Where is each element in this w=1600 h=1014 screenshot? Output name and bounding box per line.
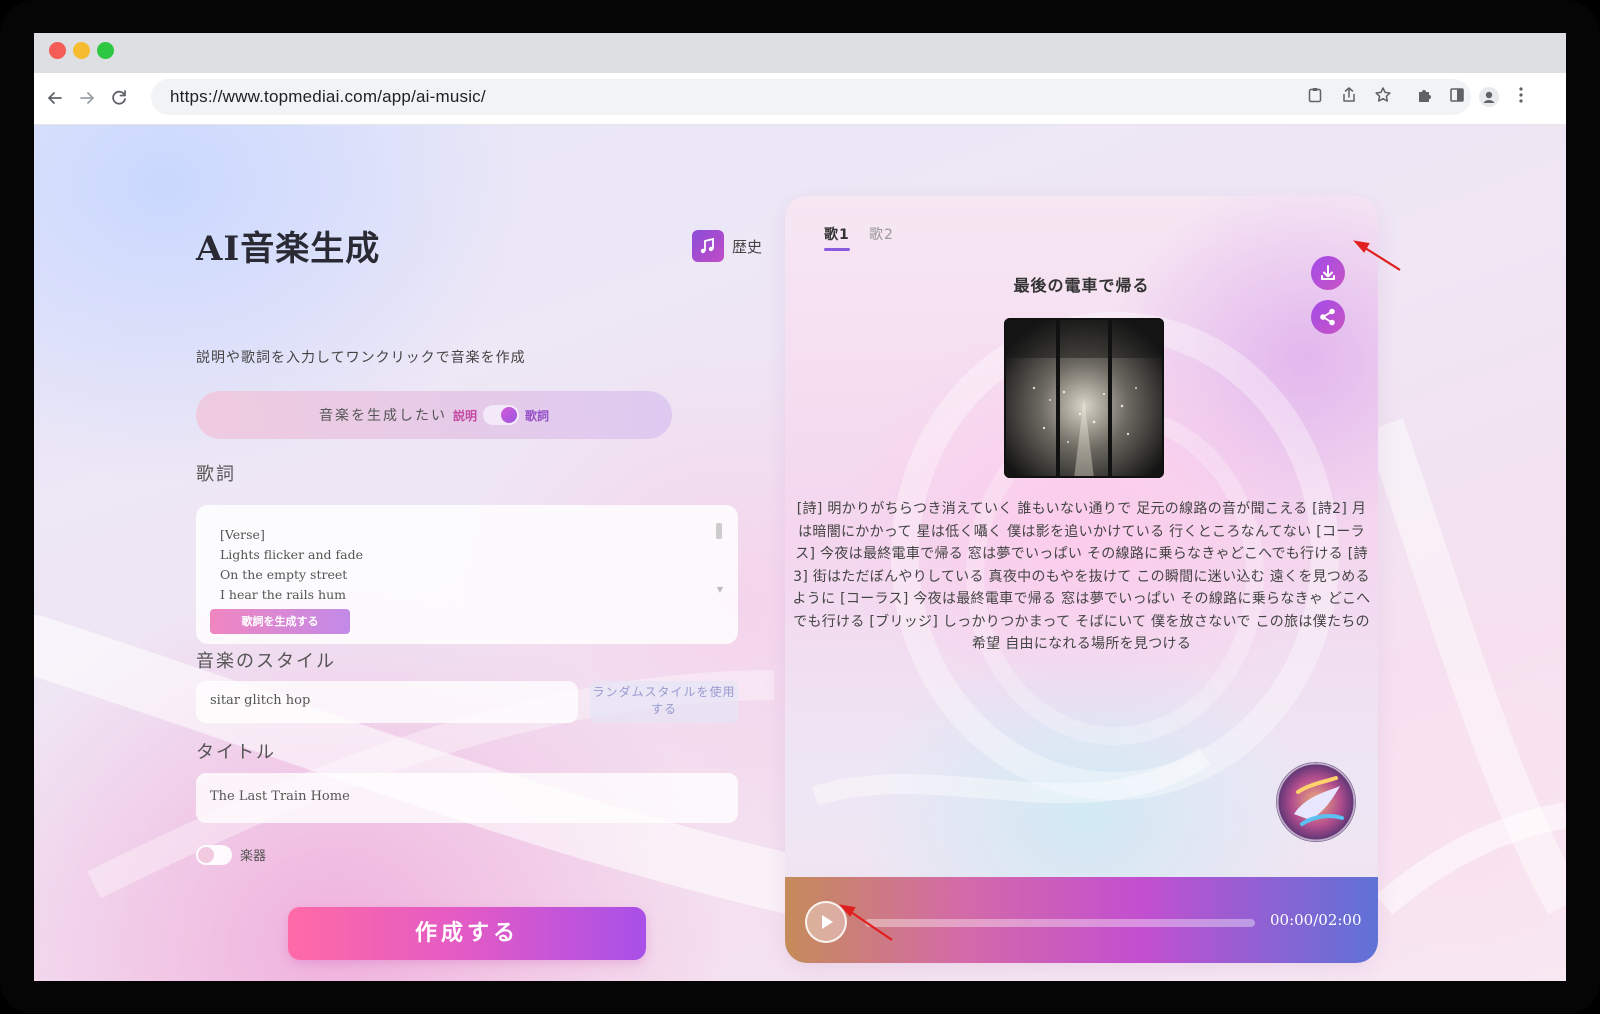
generate-lyrics-button[interactable]: 歌詞を生成する xyxy=(210,609,350,634)
download-button[interactable] xyxy=(1311,256,1345,290)
scroll-down-icon[interactable]: ▼ xyxy=(717,585,723,594)
title-input[interactable]: The Last Train Home xyxy=(196,773,738,823)
download-icon xyxy=(1321,265,1335,280)
active-tab-indicator xyxy=(824,248,850,251)
forward-arrow-icon[interactable] xyxy=(76,87,98,109)
random-style-button[interactable]: ランダムスタイルを使用する xyxy=(590,681,738,723)
instrumental-label: 楽器 xyxy=(240,849,267,864)
clipboard-icon[interactable] xyxy=(1304,86,1326,110)
mode-toggle[interactable] xyxy=(483,405,519,425)
device-frame: https://www.topmediai.com/app/ai-music/ xyxy=(0,0,1600,1014)
artist-avatar xyxy=(1276,762,1356,842)
browser-window: https://www.topmediai.com/app/ai-music/ xyxy=(34,33,1566,981)
instrumental-toggle-knob xyxy=(198,847,214,863)
style-value: sitar glitch hop xyxy=(210,693,311,708)
tab-song-1[interactable]: 歌1 xyxy=(824,224,850,244)
title-bar xyxy=(34,33,1566,73)
page-title: AI音楽生成 xyxy=(196,229,381,269)
mode-toggle-knob xyxy=(501,407,517,423)
lyrics-line: [Verse] xyxy=(220,527,265,542)
page-subtitle: 説明や歌詞を入力してワンクリックで音楽を作成 xyxy=(196,350,526,366)
album-cover xyxy=(1004,318,1164,478)
audio-player-bar: 00:00/02:00 xyxy=(785,877,1378,963)
dancer-avatar-image xyxy=(1276,762,1356,842)
progress-slider[interactable] xyxy=(865,919,1255,927)
reload-icon[interactable] xyxy=(108,87,130,109)
bookmark-star-icon[interactable] xyxy=(1372,86,1394,110)
address-bar[interactable]: https://www.topmediai.com/app/ai-music/ xyxy=(151,79,1471,115)
url-text: https://www.topmediai.com/app/ai-music/ xyxy=(170,87,486,106)
song-title: 最後の電車で帰る xyxy=(1013,276,1150,295)
share-page-icon[interactable] xyxy=(1338,86,1360,110)
music-folder-icon xyxy=(692,230,724,262)
mode-prompt: 音楽を生成したい xyxy=(318,408,447,424)
playback-time: 00:00/02:00 xyxy=(1270,911,1362,929)
history-button[interactable]: 歴史 xyxy=(692,230,762,262)
maximize-window-button[interactable] xyxy=(97,42,114,59)
lyrics-line: On the empty street xyxy=(220,567,348,582)
city-night-cover-image xyxy=(1004,318,1164,478)
play-icon xyxy=(822,915,833,929)
mode-switch-bar: 音楽を生成したい 説明 歌詞 xyxy=(196,391,672,439)
lyrics-scrollbar[interactable] xyxy=(716,523,722,539)
share-icon xyxy=(1320,308,1335,326)
share-button[interactable] xyxy=(1311,300,1345,334)
style-label: 音楽のスタイル xyxy=(196,651,336,672)
profile-avatar-icon[interactable] xyxy=(1478,86,1500,110)
song-lyrics-text: [詩] 明かりがちらつき消えていく 誰もいない通りで 足元の線路の音が聞こえる … xyxy=(792,501,1371,652)
lyrics-line: Lights flicker and fade xyxy=(220,547,363,562)
history-label: 歴史 xyxy=(732,237,763,256)
side-panel-icon[interactable] xyxy=(1446,86,1468,110)
tab-song-2[interactable]: 歌2 xyxy=(869,224,894,244)
extensions-puzzle-icon[interactable] xyxy=(1414,86,1436,110)
browser-toolbar: https://www.topmediai.com/app/ai-music/ xyxy=(34,73,1566,125)
title-value: The Last Train Home xyxy=(210,789,350,804)
lyrics-line: I hear the rails hum xyxy=(220,587,346,602)
browser-menu-icon[interactable] xyxy=(1510,86,1532,110)
title-label: タイトル xyxy=(196,742,276,763)
mode-option-lyrics[interactable]: 歌詞 xyxy=(525,407,549,424)
close-window-button[interactable] xyxy=(49,42,66,59)
instrumental-toggle[interactable] xyxy=(196,845,232,865)
lyrics-label: 歌詞 xyxy=(196,464,236,485)
back-arrow-icon[interactable] xyxy=(44,87,66,109)
lyrics-textarea[interactable]: [Verse] Lights flicker and fade On the e… xyxy=(196,505,738,644)
create-button[interactable]: 作成する xyxy=(288,907,646,960)
play-button[interactable] xyxy=(805,901,847,943)
song-player-card: 歌1 歌2 最後の電車で帰る [詩] 明かりがちらつき消えていく 誰もいない通り… xyxy=(785,196,1378,963)
mode-option-description[interactable]: 説明 xyxy=(453,407,477,424)
style-input[interactable]: sitar glitch hop xyxy=(196,681,578,723)
app-page: AI音楽生成 歴史 説明や歌詞を入力してワンクリックで音楽を作成 音楽を生成した… xyxy=(34,125,1566,981)
minimize-window-button[interactable] xyxy=(73,42,90,59)
